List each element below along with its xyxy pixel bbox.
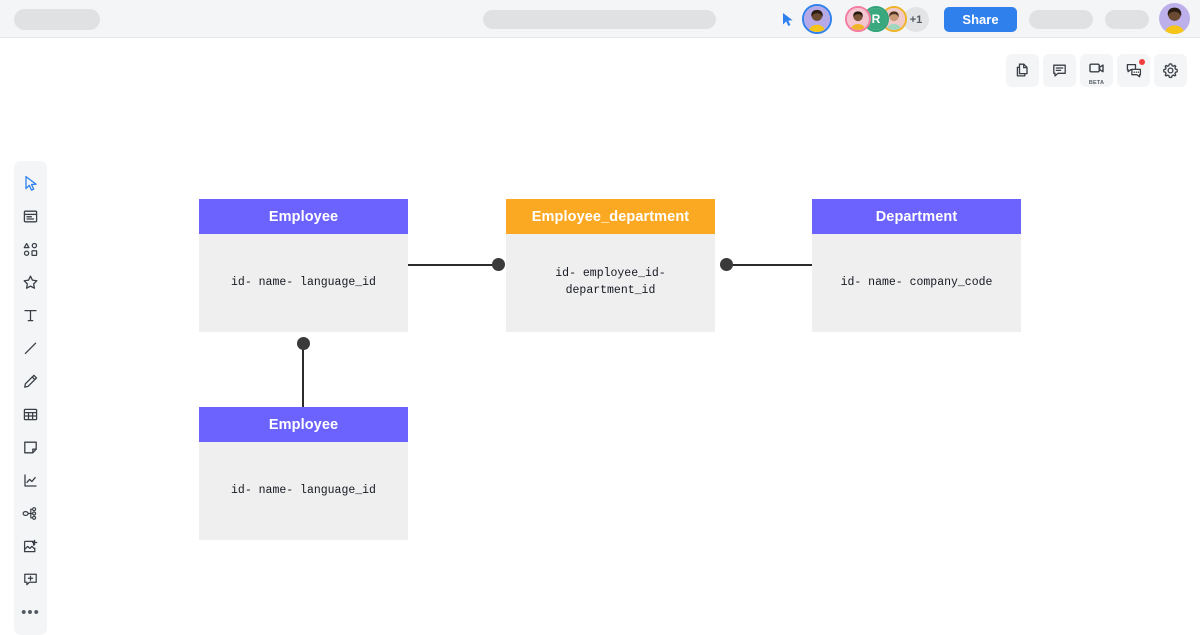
er-table-employee[interactable]: Employee id- name- language_id	[199, 199, 408, 332]
shapes-icon[interactable]	[14, 233, 47, 266]
er-table-fields: id- employee_id- department_id	[506, 234, 715, 332]
connector-employee-department-to-department[interactable]	[726, 264, 812, 266]
topbar-right-placeholder-1[interactable]	[1029, 10, 1093, 29]
er-table-employee-2[interactable]: Employee id- name- language_id	[199, 407, 408, 540]
beta-label: BETA	[1088, 80, 1105, 86]
mindmap-icon[interactable]	[14, 497, 47, 530]
video-call-icon[interactable]: BETA	[1080, 54, 1113, 87]
top-right-tool-cluster: BETA	[1006, 54, 1187, 87]
comment-add-icon[interactable]	[14, 563, 47, 596]
er-table-employee-department[interactable]: Employee_department id- employee_id- dep…	[506, 199, 715, 332]
connector-endpoint-dot[interactable]	[297, 337, 310, 350]
cursor-pointer-icon	[781, 12, 795, 27]
select-cursor-icon[interactable]	[14, 167, 47, 200]
er-table-title: Department	[812, 199, 1021, 234]
connector-employee-to-employee-2[interactable]	[302, 343, 304, 409]
left-toolbar: •••	[14, 161, 47, 635]
pen-icon[interactable]	[14, 365, 47, 398]
share-button[interactable]: Share	[944, 7, 1017, 32]
er-table-fields: id- name- language_id	[199, 234, 408, 332]
star-icon[interactable]	[14, 266, 47, 299]
comment-icon[interactable]	[1043, 54, 1076, 87]
connector-employee-to-employee-department[interactable]	[408, 264, 500, 266]
avatar-profile[interactable]	[1159, 3, 1190, 34]
avatar-collaborator-1[interactable]	[845, 6, 871, 32]
more-options-glyph: •••	[21, 604, 40, 621]
er-table-fields: id- name- language_id	[199, 442, 408, 540]
topbar-right-placeholder-2[interactable]	[1105, 10, 1149, 29]
settings-gear-icon[interactable]	[1154, 54, 1187, 87]
topbar-left-placeholder[interactable]	[14, 9, 100, 30]
connector-endpoint-dot[interactable]	[492, 258, 505, 271]
er-table-title: Employee	[199, 407, 408, 442]
image-add-icon[interactable]	[14, 530, 47, 563]
text-icon[interactable]	[14, 299, 47, 332]
avatar-current-user[interactable]	[802, 4, 832, 34]
table-icon[interactable]	[14, 398, 47, 431]
canvas-area[interactable]	[0, 38, 1200, 630]
er-table-fields: id- name- company_code	[812, 234, 1021, 332]
notification-dot	[1139, 59, 1145, 65]
frame-icon[interactable]	[14, 200, 47, 233]
er-table-title: Employee_department	[506, 199, 715, 234]
more-options-icon[interactable]: •••	[14, 596, 47, 629]
top-bar: R +1 Share	[0, 0, 1200, 38]
pages-icon[interactable]	[1006, 54, 1039, 87]
topbar-title-placeholder[interactable]	[483, 10, 716, 29]
er-table-title: Employee	[199, 199, 408, 234]
er-table-department[interactable]: Department id- name- company_code	[812, 199, 1021, 332]
connector-endpoint-dot[interactable]	[720, 258, 733, 271]
line-icon[interactable]	[14, 332, 47, 365]
chat-icon[interactable]	[1117, 54, 1150, 87]
sticky-note-icon[interactable]	[14, 431, 47, 464]
chart-icon[interactable]	[14, 464, 47, 497]
